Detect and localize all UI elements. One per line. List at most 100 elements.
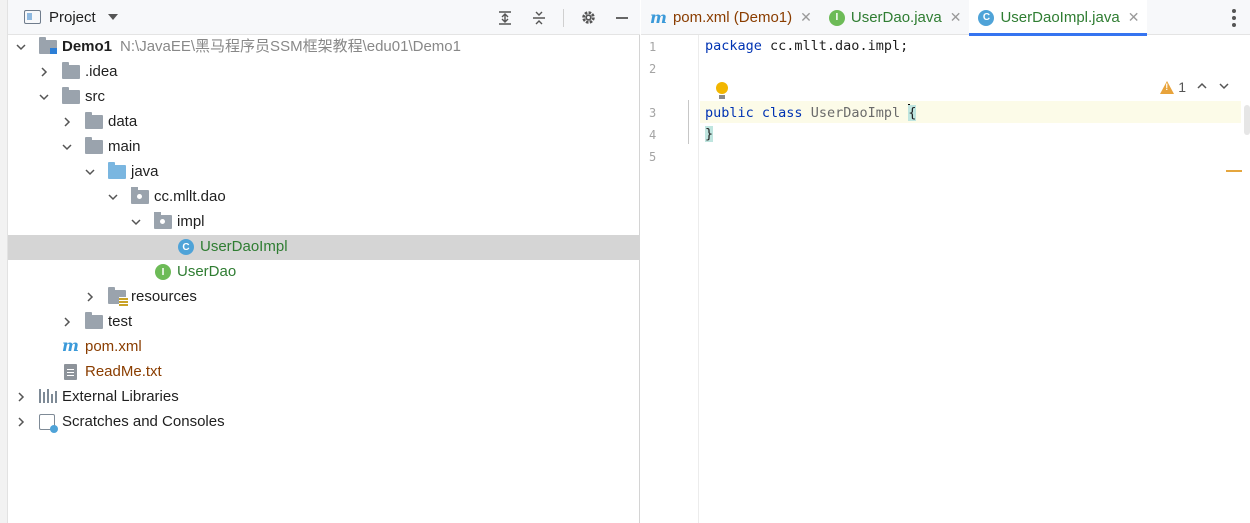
line-number: 2: [649, 62, 657, 76]
chevron-down-icon[interactable]: [107, 14, 118, 20]
project-tool-window: Project Demo1 N:\JavaEE\黑马程序员SSM框架教程\edu…: [0, 0, 640, 523]
minimize-icon[interactable]: [612, 8, 632, 28]
toolbar-separator: [563, 8, 564, 27]
chevron-right-icon[interactable]: [38, 66, 50, 78]
class-icon: C: [178, 239, 196, 255]
tree-item-src[interactable]: src: [8, 85, 640, 110]
code-editor[interactable]: package cc.mllt.dao.impl; public class U…: [700, 35, 1250, 523]
chevron-right-icon[interactable]: [15, 391, 27, 403]
code-line-1: package cc.mllt.dao.impl;: [705, 38, 909, 54]
maven-icon: m: [62, 336, 79, 355]
tree-item-demo1[interactable]: Demo1 N:\JavaEE\黑马程序员SSM框架教程\edu01\Demo1: [8, 35, 640, 60]
tree-item-label: .idea: [85, 63, 118, 80]
chevron-right-icon[interactable]: [61, 116, 73, 128]
folder-icon: [62, 87, 80, 105]
class-icon: C: [978, 9, 995, 26]
tree-item-java[interactable]: java: [8, 160, 640, 185]
error-stripe-mark[interactable]: [1226, 170, 1242, 172]
library-icon: [39, 389, 57, 405]
chevron-right-icon[interactable]: [84, 291, 96, 303]
project-view-selector[interactable]: Project: [24, 9, 118, 26]
folder-icon: [85, 112, 103, 130]
tree-item-resources[interactable]: resources: [8, 285, 640, 310]
project-icon: [24, 10, 41, 24]
tab-pom-xml[interactable]: m pom.xml (Demo1) ✕: [641, 0, 820, 35]
package-icon: [131, 187, 149, 205]
warning-icon: [1160, 80, 1175, 94]
text-file-icon: [62, 364, 80, 380]
chevron-right-icon[interactable]: [15, 416, 27, 428]
interface-icon: I: [828, 9, 845, 26]
tree-item-label: src: [85, 88, 105, 105]
package-icon: [154, 212, 172, 230]
close-icon[interactable]: ✕: [800, 9, 812, 26]
line-number: 3: [649, 106, 657, 120]
scratches-icon: [39, 414, 58, 433]
collapse-all-icon[interactable]: [529, 8, 549, 28]
project-panel-title: Project: [49, 8, 96, 26]
line-number: 1: [649, 40, 657, 54]
tree-item-package-impl[interactable]: impl: [8, 210, 640, 235]
line-number: 5: [649, 150, 657, 164]
tree-item-external-libraries[interactable]: External Libraries: [8, 385, 640, 410]
project-panel-header: Project: [8, 0, 640, 35]
chevron-down-icon[interactable]: [38, 91, 50, 103]
tree-item-label: test: [108, 313, 133, 330]
expand-all-icon[interactable]: [495, 8, 515, 28]
folder-icon: [85, 137, 103, 155]
editor-gutter[interactable]: 1 2 3 4 5: [641, 35, 699, 523]
vertical-scrollbar[interactable]: [1244, 105, 1250, 135]
tree-item-pom-xml[interactable]: m pom.xml: [8, 335, 640, 360]
chevron-down-icon[interactable]: [1218, 80, 1230, 95]
chevron-down-icon[interactable]: [15, 41, 27, 53]
project-tree: Demo1 N:\JavaEE\黑马程序员SSM框架教程\edu01\Demo1 …: [8, 35, 640, 435]
tree-item-test[interactable]: test: [8, 310, 640, 335]
tree-item-label: UserDao: [177, 263, 237, 280]
chevron-right-icon[interactable]: [61, 316, 73, 328]
tree-item-label: cc.mllt.dao: [154, 188, 226, 205]
tree-item-label: data: [108, 113, 138, 130]
tab-userdaoimpl-java[interactable]: C UserDaoImpl.java ✕: [969, 0, 1148, 36]
tab-label: pom.xml (Demo1): [672, 9, 793, 26]
tree-item-userdao[interactable]: I UserDao: [8, 260, 640, 285]
tree-item-userdaoimpl[interactable]: C UserDaoImpl: [8, 235, 640, 260]
tree-item-main[interactable]: main: [8, 135, 640, 160]
chevron-down-icon[interactable]: [130, 216, 142, 228]
folder-icon: [62, 62, 80, 80]
tree-item-data[interactable]: data: [8, 110, 640, 135]
tab-label: UserDaoImpl.java: [1000, 9, 1120, 26]
intention-bulb-icon[interactable]: [715, 82, 729, 100]
tree-item-label: Demo1: [62, 38, 113, 55]
tree-item-scratches[interactable]: Scratches and Consoles: [8, 410, 640, 435]
module-folder-icon: [39, 37, 57, 55]
line-number: 4: [649, 128, 657, 142]
tree-item-package-dao[interactable]: cc.mllt.dao: [8, 185, 640, 210]
more-options-icon[interactable]: [1232, 9, 1236, 27]
fold-guide: [688, 100, 689, 144]
left-tool-strip: [0, 0, 8, 523]
tab-userdao-java[interactable]: I UserDao.java ✕: [820, 0, 970, 35]
tree-item-label: impl: [177, 213, 205, 230]
chevron-down-icon[interactable]: [84, 166, 96, 178]
module-path: N:\JavaEE\黑马程序员SSM框架教程\edu01\Demo1: [120, 38, 461, 55]
tree-item-label: main: [108, 138, 141, 155]
inspection-widget[interactable]: 1: [1160, 79, 1230, 95]
tree-item-label: pom.xml: [85, 338, 142, 355]
tab-label: UserDao.java: [850, 9, 942, 26]
editor-area: m pom.xml (Demo1) ✕ I UserDao.java ✕ C U…: [641, 0, 1250, 523]
editor-tab-bar: m pom.xml (Demo1) ✕ I UserDao.java ✕ C U…: [641, 0, 1250, 36]
chevron-up-icon[interactable]: [1196, 80, 1208, 95]
chevron-down-icon[interactable]: [61, 141, 73, 153]
code-line-4: }: [705, 126, 714, 142]
folder-icon: [85, 312, 103, 330]
close-icon[interactable]: ✕: [1128, 9, 1140, 26]
tree-item-readme[interactable]: ReadMe.txt: [8, 360, 640, 385]
interface-icon: I: [155, 264, 173, 280]
chevron-down-icon[interactable]: [107, 191, 119, 203]
tree-item-label: resources: [131, 288, 197, 305]
tree-item-label: java: [131, 163, 159, 180]
tree-item-label: External Libraries: [62, 388, 179, 405]
tree-item-idea[interactable]: .idea: [8, 60, 640, 85]
close-icon[interactable]: ✕: [950, 9, 962, 26]
gear-icon[interactable]: [578, 8, 598, 28]
